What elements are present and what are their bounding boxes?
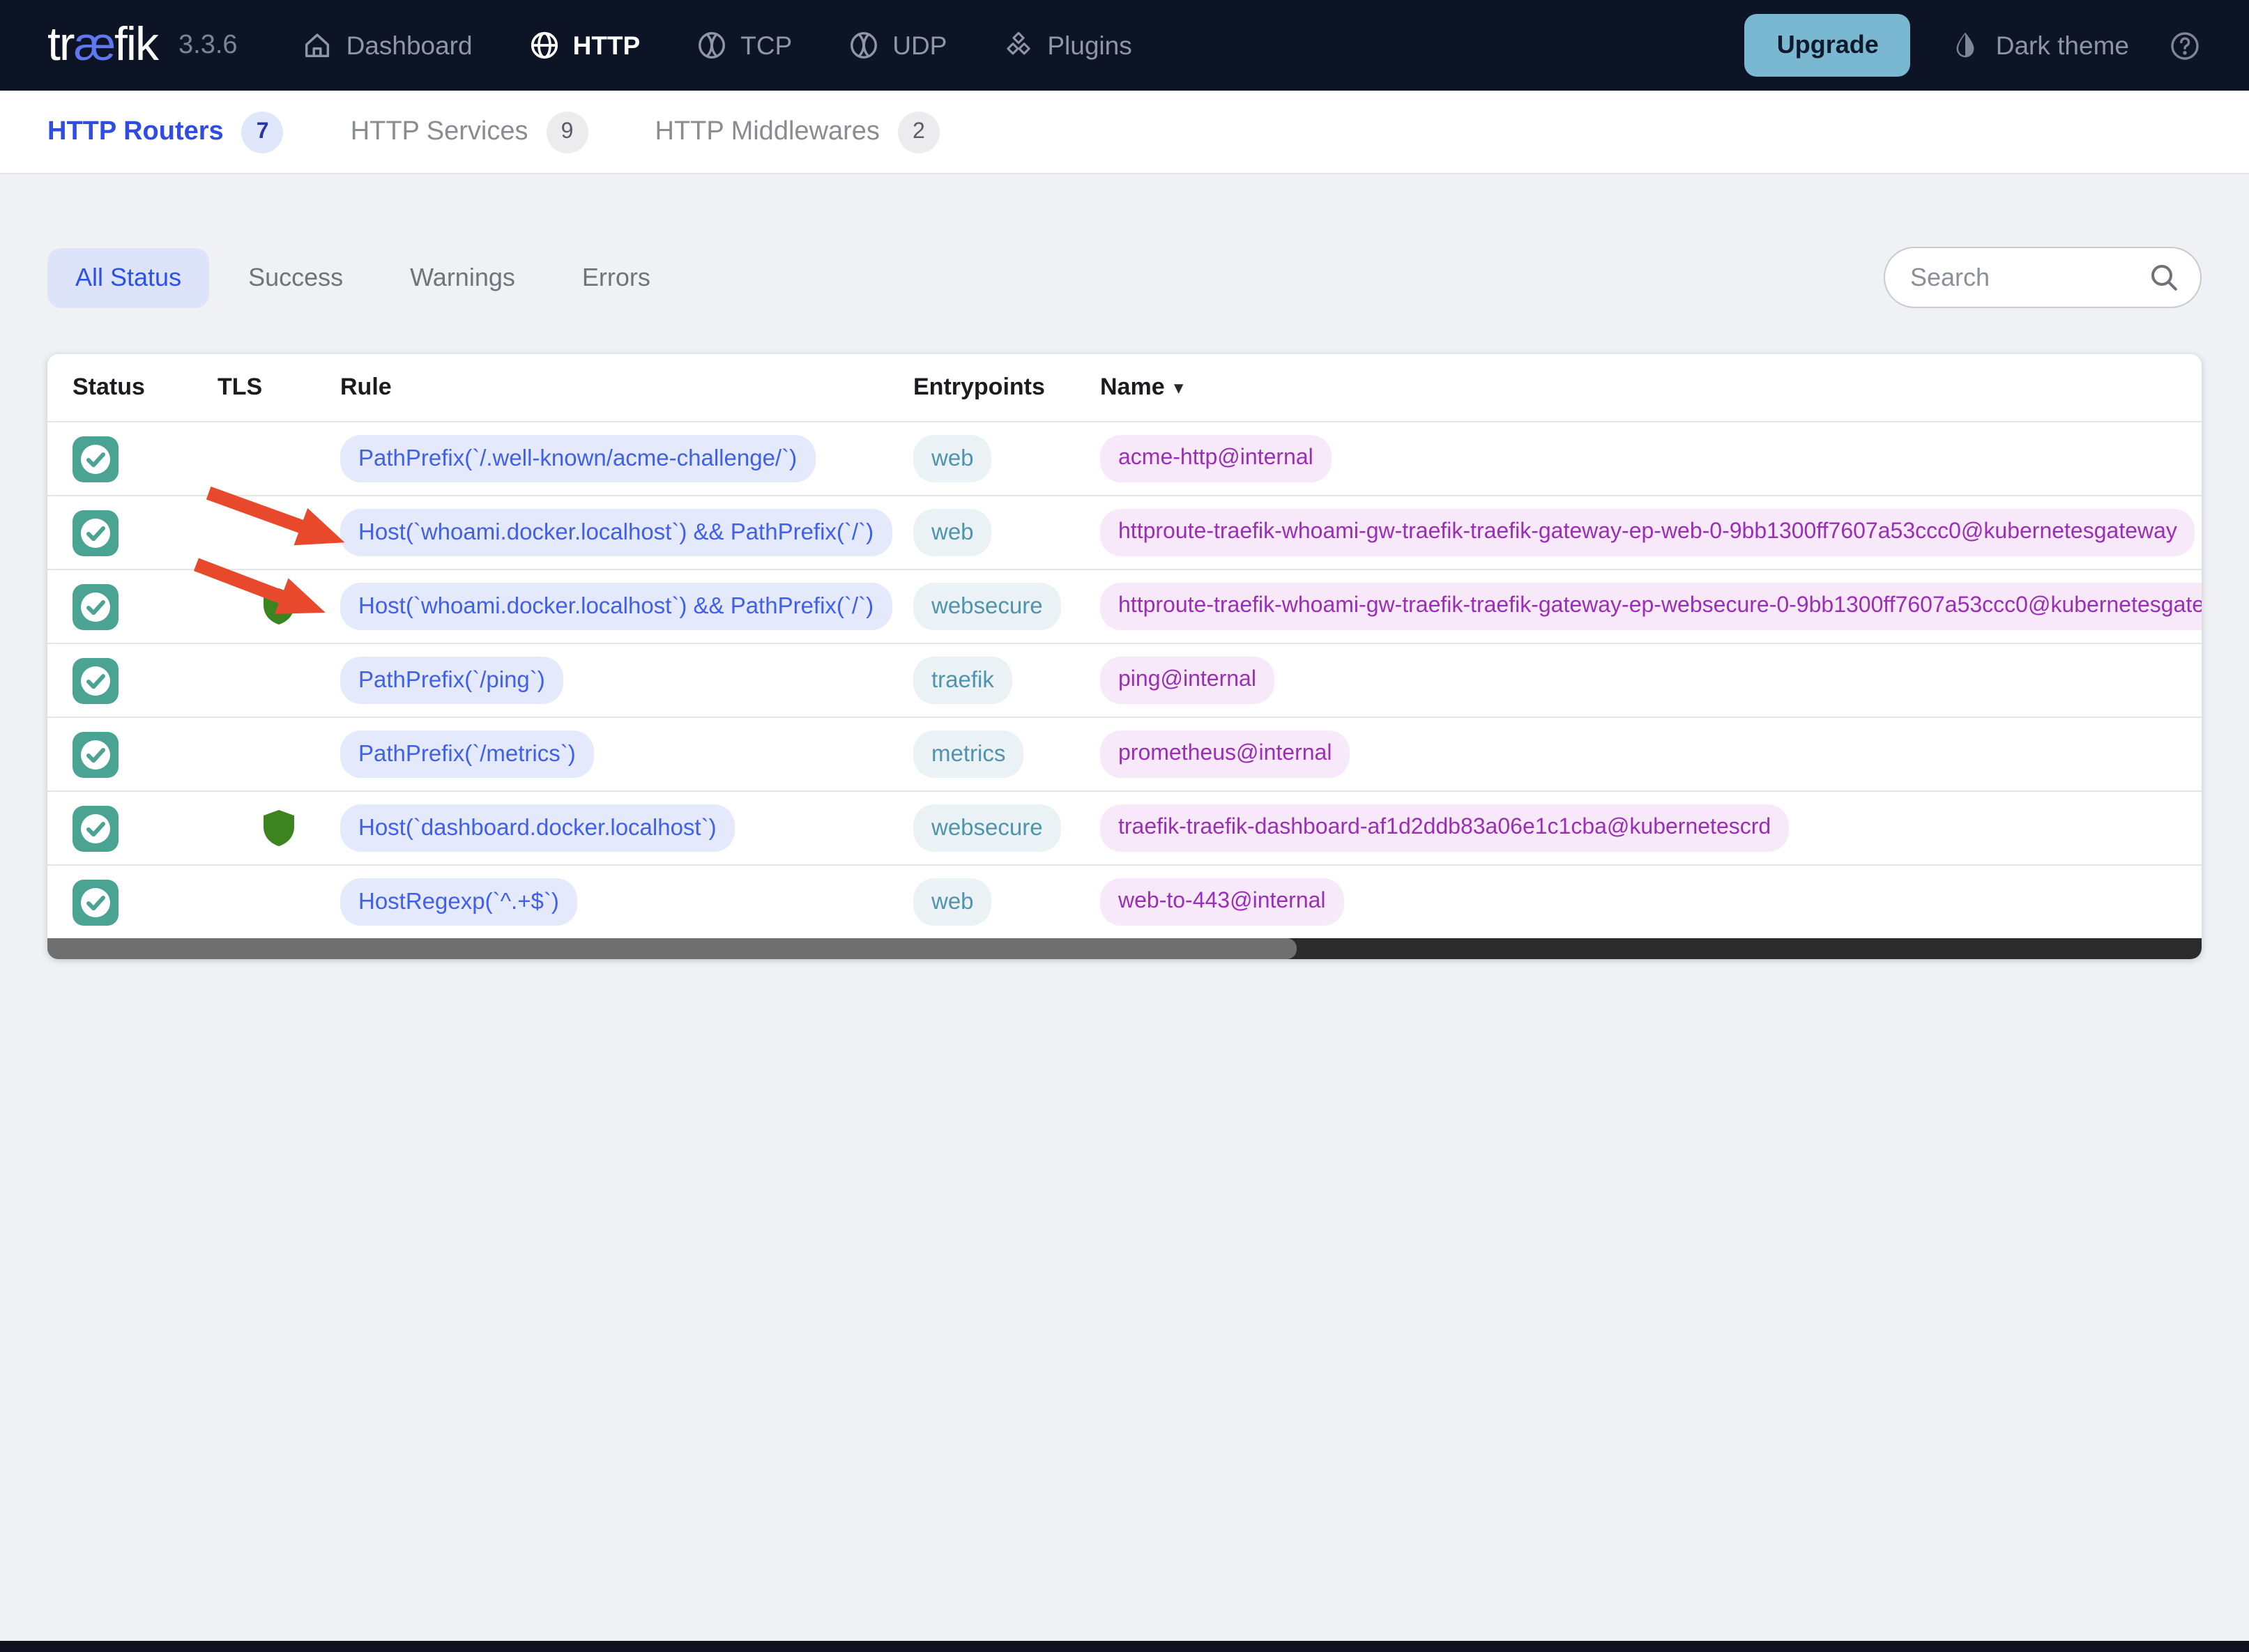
entrypoint-badge[interactable]: web [913, 508, 992, 557]
logo-ae: æ [73, 18, 116, 71]
horizontal-scrollbar[interactable] [47, 938, 2202, 959]
column-header-status[interactable]: Status [73, 374, 218, 401]
tab-label: HTTP Services [350, 116, 528, 146]
rule-badge[interactable]: Host(`whoami.docker.localhost`) && PathP… [340, 582, 892, 631]
filter-chip-warnings[interactable]: Warnings [382, 247, 543, 307]
router-name-badge[interactable]: ping@internal [1100, 657, 1274, 704]
search-box[interactable] [1884, 247, 2202, 308]
status-success-icon [73, 583, 119, 629]
upgrade-button[interactable]: Upgrade [1744, 14, 1911, 77]
filter-chip-errors[interactable]: Errors [554, 247, 678, 307]
nav-item-label: Dashboard [346, 30, 473, 59]
status-success-icon [73, 805, 119, 851]
plugins-icon [1002, 29, 1035, 61]
scrollbar-thumb[interactable] [47, 938, 1297, 959]
tab-count-badge: 7 [241, 111, 284, 153]
tab-http-routers[interactable]: HTTP Routers 7 [47, 111, 284, 153]
nav-item-label: HTTP [572, 30, 641, 59]
nav-item-label: UDP [892, 30, 947, 59]
nav-item-http[interactable]: HTTP [528, 29, 641, 61]
table-row[interactable]: HostRegexp(`^.+$`) web web-to-443@intern… [47, 864, 2202, 938]
table-row[interactable]: PathPrefix(`/metrics`) metrics prometheu… [47, 717, 2202, 790]
entrypoint-badge[interactable]: websecure [913, 582, 1061, 631]
version-label: 3.3.6 [178, 30, 238, 59]
bottom-edge-bar [0, 1641, 2249, 1652]
nav-item-tcp[interactable]: TCP [696, 29, 792, 61]
router-name-badge[interactable]: httproute-traefik-whoami-gw-traefik-trae… [1100, 583, 2202, 630]
column-header-name[interactable]: Name ▾ [1100, 374, 2202, 401]
status-success-icon [73, 657, 119, 703]
tcp-icon [696, 29, 728, 61]
nav-item-plugins[interactable]: Plugins [1002, 29, 1132, 61]
entrypoint-badge[interactable]: websecure [913, 804, 1061, 852]
router-name-badge[interactable]: httproute-traefik-whoami-gw-traefik-trae… [1100, 509, 2195, 556]
globe-icon [528, 29, 561, 61]
column-header-rule[interactable]: Rule [340, 374, 913, 401]
filter-chip-success[interactable]: Success [220, 247, 371, 307]
nav-item-label: Plugins [1047, 30, 1132, 59]
help-icon[interactable] [2168, 29, 2202, 62]
router-name-badge[interactable]: traefik-traefik-dashboard-af1d2ddb83a06e… [1100, 804, 1790, 852]
rule-badge[interactable]: Host(`dashboard.docker.localhost`) [340, 804, 735, 852]
table-body: PathPrefix(`/.well-known/acme-challenge/… [47, 421, 2202, 938]
rule-badge[interactable]: Host(`whoami.docker.localhost`) && PathP… [340, 508, 892, 557]
rule-badge[interactable]: PathPrefix(`/.well-known/acme-challenge/… [340, 434, 816, 483]
header-actions: Upgrade Dark theme [1744, 14, 2202, 77]
status-success-icon [73, 879, 119, 925]
toolbar: All Status Success Warnings Errors [47, 247, 2202, 308]
tab-http-services[interactable]: HTTP Services 9 [351, 111, 588, 153]
entrypoint-badge[interactable]: metrics [913, 730, 1024, 779]
table-header-row: Status TLS Rule Entrypoints Name ▾ [47, 354, 2202, 421]
traefik-logo[interactable]: tr æ fik [47, 18, 159, 72]
nav-item-label: TCP [740, 30, 793, 59]
app-window: tr æ fik 3.3.6 Dashboard HTTP TCP UDP Plug… [0, 0, 2249, 1652]
rule-badge[interactable]: PathPrefix(`/metrics`) [340, 730, 594, 779]
column-header-entrypoints[interactable]: Entrypoints [913, 374, 1100, 401]
theme-toggle-label: Dark theme [1995, 30, 2129, 59]
table-row[interactable]: Host(`dashboard.docker.localhost`) webse… [47, 790, 2202, 864]
search-icon [2147, 261, 2181, 294]
top-navbar: tr æ fik 3.3.6 Dashboard HTTP TCP UDP Plug… [0, 0, 2249, 91]
table-row[interactable]: PathPrefix(`/.well-known/acme-challenge/… [47, 421, 2202, 495]
tab-http-middlewares[interactable]: HTTP Middlewares 2 [655, 111, 940, 153]
tab-count-badge: 2 [897, 111, 940, 153]
section-tabs: HTTP Routers 7 HTTP Services 9 HTTP Midd… [0, 91, 2249, 174]
status-success-icon [73, 731, 119, 777]
logo-text: fik [114, 18, 159, 71]
tls-shield-icon [264, 588, 294, 625]
routers-table: Status TLS Rule Entrypoints Name ▾ PathPr… [47, 354, 2202, 959]
tab-label: HTTP Middlewares [655, 116, 880, 146]
main-nav: Dashboard HTTP TCP UDP Plugins [302, 29, 1132, 61]
contrast-drop-icon [1950, 29, 1982, 61]
router-name-badge[interactable]: prometheus@internal [1100, 731, 1350, 778]
router-name-badge[interactable]: acme-http@internal [1100, 435, 1332, 482]
theme-toggle[interactable]: Dark theme [1950, 29, 2129, 61]
udp-icon [848, 29, 880, 61]
search-input[interactable] [1910, 263, 2147, 292]
table-row[interactable]: PathPrefix(`/ping`) traefik ping@interna… [47, 643, 2202, 717]
nav-item-dashboard[interactable]: Dashboard [302, 29, 473, 61]
filter-chip-all-status[interactable]: All Status [47, 247, 210, 307]
rule-badge[interactable]: PathPrefix(`/ping`) [340, 656, 563, 705]
status-success-icon [73, 436, 119, 482]
status-filters: All Status Success Warnings Errors [47, 247, 678, 307]
column-header-tls[interactable]: TLS [218, 374, 340, 401]
nav-item-udp[interactable]: UDP [848, 29, 947, 61]
entrypoint-badge[interactable]: traefik [913, 656, 1012, 705]
entrypoint-badge[interactable]: web [913, 434, 992, 483]
home-icon [302, 29, 334, 61]
status-success-icon [73, 510, 119, 556]
table-row[interactable]: Host(`whoami.docker.localhost`) && PathP… [47, 495, 2202, 569]
tab-count-badge: 9 [546, 111, 588, 153]
sort-desc-icon: ▾ [1174, 378, 1183, 397]
router-name-badge[interactable]: web-to-443@internal [1100, 878, 1344, 926]
tab-label: HTTP Routers [47, 116, 224, 146]
logo-text: tr [47, 18, 75, 71]
main-content: All Status Success Warnings Errors Statu… [0, 174, 2249, 959]
table-row[interactable]: Host(`whoami.docker.localhost`) && PathP… [47, 569, 2202, 643]
entrypoint-badge[interactable]: web [913, 878, 992, 926]
tls-shield-icon [264, 810, 294, 846]
rule-badge[interactable]: HostRegexp(`^.+$`) [340, 878, 577, 926]
